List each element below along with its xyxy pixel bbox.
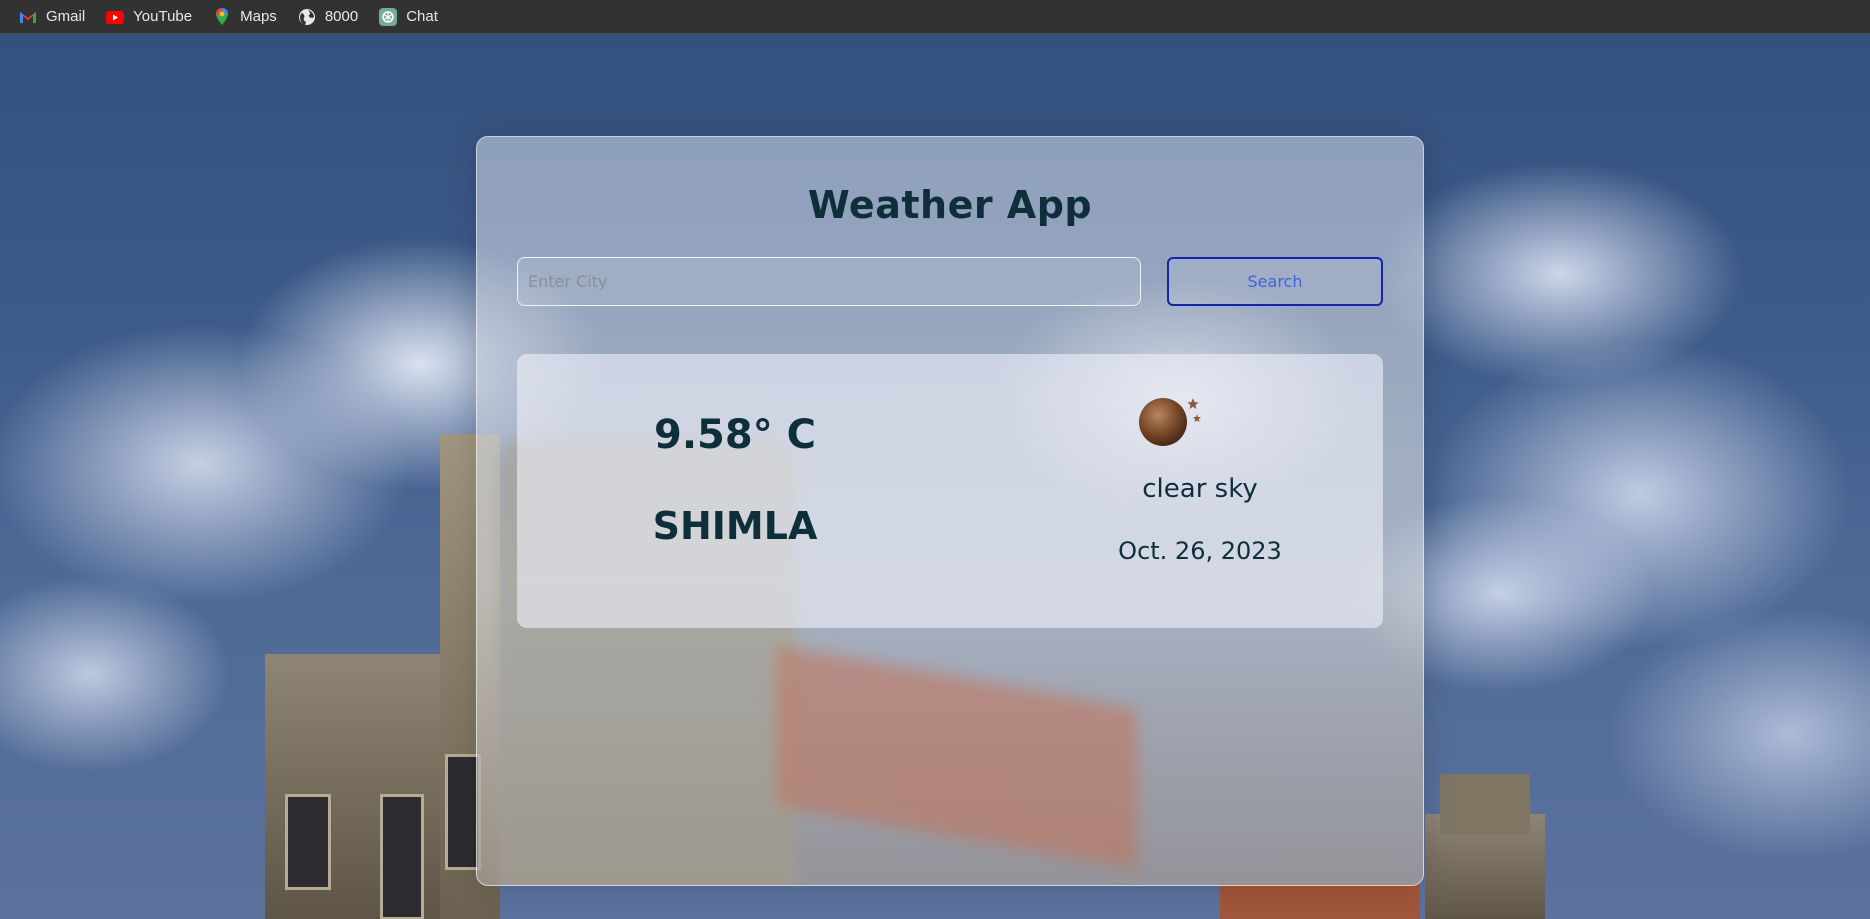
- bookmark-youtube[interactable]: YouTube: [105, 7, 192, 27]
- city-name: SHIMLA: [652, 504, 818, 548]
- weather-card: Weather App Search 9.58° C SHIMLA clear …: [476, 136, 1424, 886]
- bookmark-label: YouTube: [133, 8, 193, 25]
- bookmark-gmail[interactable]: Gmail: [18, 7, 85, 27]
- building-window: [285, 794, 331, 890]
- chat-icon: [379, 7, 398, 26]
- bookmark-label: Chat: [406, 8, 438, 25]
- building-bottom-roof: [1220, 884, 1420, 919]
- search-button[interactable]: Search: [1167, 257, 1383, 306]
- gmail-icon: [20, 11, 36, 23]
- youtube-icon: [106, 10, 125, 24]
- bookmark-maps[interactable]: Maps: [212, 7, 277, 27]
- bookmark-label: Maps: [240, 8, 277, 25]
- weather-description: clear sky: [1142, 474, 1258, 504]
- bookmark-label: Gmail: [46, 8, 86, 25]
- maps-icon: [216, 7, 229, 25]
- city-search-input[interactable]: [517, 257, 1141, 306]
- weather-result-panel: 9.58° C SHIMLA clear sky Oct. 26, 2023: [517, 354, 1383, 628]
- bookmarks-bar: Gmail YouTube Maps 8000 Chat: [0, 0, 1870, 34]
- bookmark-label: 8000: [324, 8, 359, 25]
- globe-icon: [298, 8, 315, 25]
- temperature-value: 9.58° C: [654, 412, 816, 458]
- night-clear-icon: [1139, 398, 1201, 446]
- app-title: Weather App: [807, 183, 1093, 227]
- blurred-roof: [777, 645, 1137, 869]
- building-right-tower: [1440, 774, 1530, 834]
- bookmark-8000[interactable]: 8000: [297, 7, 358, 27]
- bookmark-chat[interactable]: Chat: [378, 7, 438, 27]
- weather-date: Oct. 26, 2023: [1118, 537, 1282, 565]
- building-window: [380, 794, 424, 919]
